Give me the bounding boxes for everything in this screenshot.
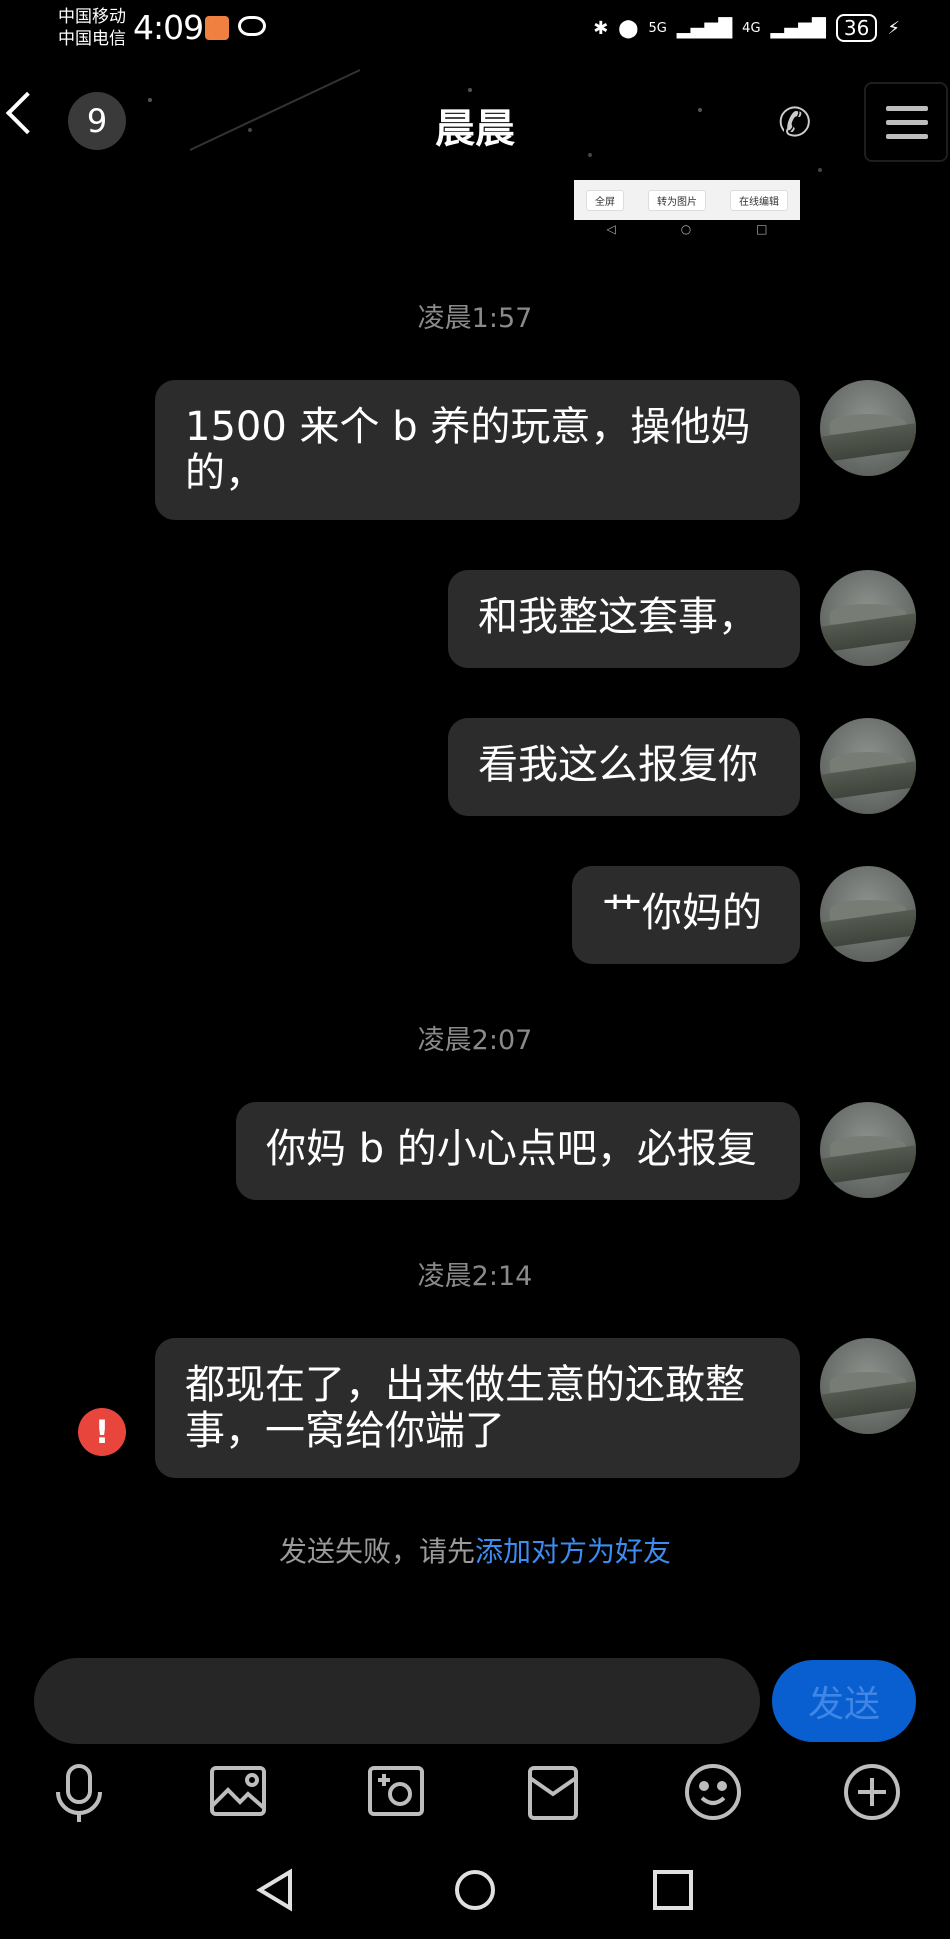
image-preview[interactable]: 全屏 转为图片 在线编辑 [574, 180, 800, 220]
recents-square-icon: □ [756, 222, 768, 236]
back-triangle-icon[interactable] [256, 1868, 292, 1912]
system-nav-bar [256, 1868, 693, 1912]
battery-level: 36 [835, 14, 878, 42]
plus-icon[interactable] [844, 1764, 900, 1820]
add-friend-link[interactable]: 添加对方为好友 [475, 1535, 671, 1568]
input-toolbar [56, 1764, 900, 1822]
recents-square-icon[interactable] [653, 1870, 693, 1910]
avatar[interactable] [820, 570, 916, 666]
avatar[interactable] [820, 718, 916, 814]
message-input[interactable] [34, 1658, 760, 1744]
avatar[interactable] [820, 380, 916, 476]
carrier-1: 中国移动 [58, 7, 126, 27]
back-triangle-icon: ◁ [606, 222, 616, 236]
charging-icon: ⚡ [887, 17, 900, 39]
signal-icon-2: ▂▄▆█ [770, 17, 826, 39]
network-4g: 4G [742, 20, 761, 36]
failed-notice-text: 发送失败，请先 [278, 1535, 475, 1568]
send-failed-icon[interactable]: ! [78, 1408, 126, 1456]
message-bubble[interactable]: 看我这么报复你 [448, 718, 800, 816]
bluetooth-icon: ✱ [593, 17, 609, 39]
timestamp: 凌晨2:07 [417, 1025, 533, 1056]
image-icon[interactable] [210, 1766, 266, 1816]
eye-icon [238, 16, 266, 36]
message-bubble[interactable]: 和我整这套事， [448, 570, 800, 668]
failed-notice: 发送失败，请先添加对方为好友 [0, 1530, 950, 1570]
to-image-button[interactable]: 转为图片 [648, 189, 706, 211]
timestamp: 凌晨2:14 [417, 1261, 533, 1292]
folder-icon[interactable] [528, 1766, 578, 1820]
message-bubble[interactable]: 1500 来个 b 养的玩意，操他妈的， [155, 380, 800, 520]
avatar[interactable] [820, 1338, 916, 1434]
signal-icon: ▂▄▆█ [676, 17, 733, 39]
network-5g: 5G [648, 20, 667, 36]
fullscreen-button[interactable]: 全屏 [586, 189, 624, 211]
avatar[interactable] [820, 866, 916, 962]
preview-nav: ◁ ○ □ [574, 222, 800, 236]
home-circle-icon[interactable] [455, 1870, 495, 1910]
edit-online-button[interactable]: 在线编辑 [730, 189, 788, 211]
avatar[interactable] [820, 1102, 916, 1198]
message-bubble[interactable]: 都现在了，出来做生意的还敢整事，一窝给你端了 [155, 1338, 800, 1478]
mic-icon[interactable] [56, 1764, 102, 1822]
camera-icon[interactable] [368, 1766, 424, 1816]
home-circle-icon: ○ [680, 222, 692, 236]
carrier-2: 中国电信 [58, 29, 126, 49]
message-bubble[interactable]: 你妈 b 的小心点吧，必报复 [236, 1102, 800, 1200]
send-button[interactable]: 发送 [772, 1660, 916, 1742]
status-icons: ✱ ⬤ 5G ▂▄▆█ 4G ▂▄▆█ 36 ⚡ [593, 14, 900, 42]
menu-icon[interactable] [864, 82, 948, 162]
message-bubble[interactable]: 艹你妈的 [572, 866, 800, 964]
location-icon: ⬤ [618, 17, 639, 39]
carrier-info: 中国移动 中国电信 [58, 6, 126, 50]
status-time: 4:09 [133, 8, 204, 47]
app-notification-icon [205, 16, 229, 40]
phone-icon[interactable]: ✆ [778, 100, 812, 146]
timestamp: 凌晨1:57 [417, 303, 533, 334]
emoji-icon[interactable] [685, 1764, 741, 1820]
